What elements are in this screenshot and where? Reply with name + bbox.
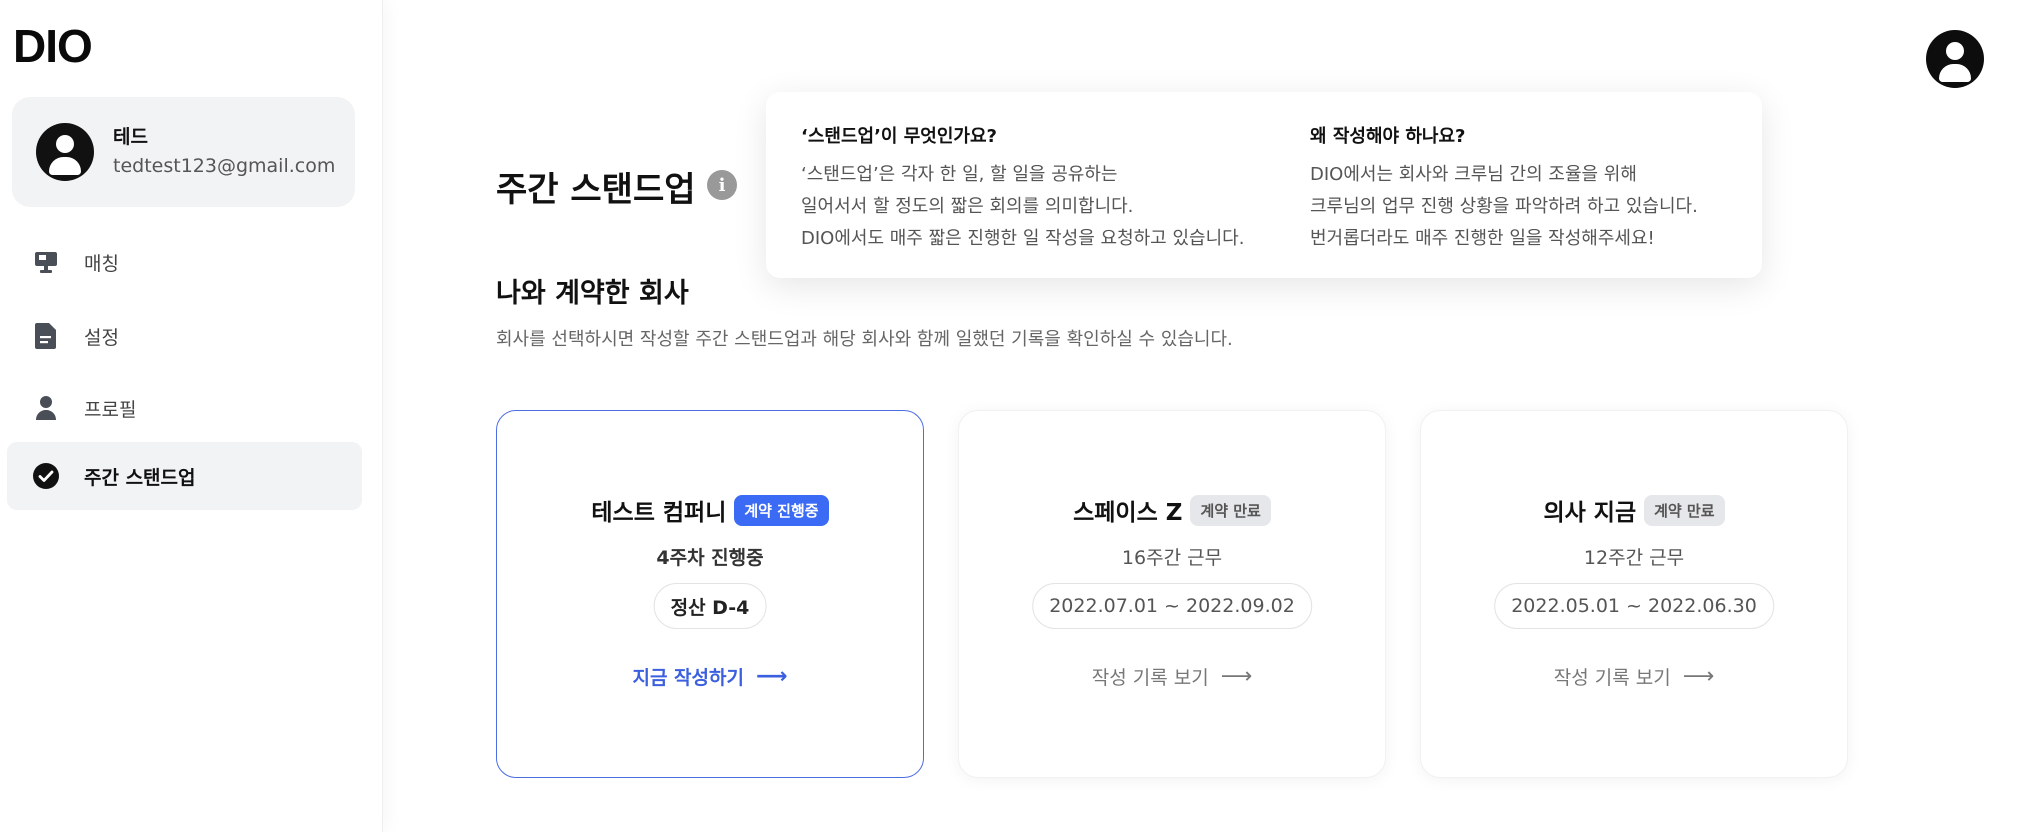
tooltip-line: 번거롭더라도 매주 진행한 일을 작성해주세요!	[1310, 228, 1655, 249]
contract-period: 16주간 근무	[1121, 547, 1223, 569]
status-badge: 계약 만료	[1644, 494, 1725, 526]
arrow-right-icon: ⟶	[755, 664, 788, 689]
arrow-right-icon: ⟶	[1682, 664, 1715, 689]
view-history-link[interactable]: 작성 기록 보기 ⟶	[959, 663, 1385, 690]
tooltip-line: 일어서서 할 정도의 짧은 회의를 의미합니다.	[801, 196, 1134, 217]
user-name: 테드	[113, 126, 148, 148]
tooltip-title: 왜 작성해야 하나요?	[1310, 126, 1466, 147]
tooltip-line: 크루님의 업무 진행 상황을 파악하려 하고 있습니다.	[1310, 196, 1698, 217]
user-card: 테드 tedtest123@gmail.com	[12, 97, 355, 207]
sidebar-item-settings[interactable]: 설정	[7, 302, 362, 370]
sidebar: DIO 테드 tedtest123@gmail.com 매칭 설정 프로필 주간…	[0, 0, 383, 832]
date-range-pill: 2022.05.01 ~ 2022.06.30	[1494, 583, 1774, 629]
sidebar-item-weekly-standup[interactable]: 주간 스탠드업	[7, 442, 362, 510]
tooltip-what-column: ‘스탠드업’이 무엇인가요? ‘스탠드업’은 각자 한 일, 할 일을 공유하는…	[801, 122, 1244, 255]
sidebar-item-profile[interactable]: 프로필	[7, 374, 362, 442]
sidebar-item-matching[interactable]: 매칭	[7, 228, 362, 296]
user-avatar-icon	[36, 123, 94, 181]
action-label: 지금 작성하기	[632, 667, 744, 689]
date-range-pill: 2022.07.01 ~ 2022.09.02	[1032, 583, 1312, 629]
company-card[interactable]: 의사 지금 계약 만료 12주간 근무 2022.05.01 ~ 2022.06…	[1420, 410, 1848, 778]
contract-period: 12주간 근무	[1583, 547, 1685, 569]
sidebar-item-label: 매칭	[84, 252, 119, 275]
contract-period: 4주차 진행중	[656, 547, 764, 569]
sidebar-item-label: 설정	[84, 326, 119, 349]
action-label: 작성 기록 보기	[1553, 667, 1671, 689]
company-card[interactable]: 스페이스 Z 계약 만료 16주간 근무 2022.07.01 ~ 2022.0…	[958, 410, 1386, 778]
person-icon	[31, 393, 61, 423]
info-icon[interactable]: i	[707, 170, 737, 200]
section-title: 나와 계약한 회사	[496, 278, 689, 309]
status-badge: 계약 진행중	[734, 494, 829, 526]
tooltip-why-column: 왜 작성해야 하나요? DIO에서는 회사와 크루님 간의 조율을 위해 크루님…	[1310, 122, 1698, 255]
company-name: 테스트 컴퍼니	[591, 500, 727, 526]
tooltip-line: DIO에서도 매주 짧은 진행한 일 작성을 요청하고 있습니다.	[801, 228, 1245, 249]
company-name: 스페이스 Z	[1073, 500, 1183, 526]
account-avatar-icon[interactable]	[1926, 30, 1984, 88]
view-history-link[interactable]: 작성 기록 보기 ⟶	[1421, 663, 1847, 690]
action-label: 작성 기록 보기	[1091, 667, 1209, 689]
page-title: 주간 스탠드업	[496, 170, 696, 210]
company-card[interactable]: 테스트 컴퍼니 계약 진행중 4주차 진행중 정산 D-4 지금 작성하기 ⟶	[496, 410, 924, 778]
monitor-icon	[31, 247, 61, 277]
section-description: 회사를 선택하시면 작성할 주간 스탠드업과 해당 회사와 함께 일했던 기록을…	[496, 329, 1233, 350]
app-logo[interactable]: DIO	[13, 22, 93, 70]
sidebar-item-label: 주간 스탠드업	[84, 466, 196, 489]
company-name: 의사 지금	[1543, 500, 1637, 526]
tooltip-line: ‘스탠드업’은 각자 한 일, 할 일을 공유하는	[801, 164, 1118, 185]
tooltip-line: DIO에서는 회사와 크루님 간의 조율을 위해	[1310, 164, 1637, 185]
check-circle-icon	[31, 461, 61, 491]
user-email: tedtest123@gmail.com	[113, 155, 336, 177]
tooltip-title: ‘스탠드업’이 무엇인가요?	[801, 126, 997, 147]
arrow-right-icon: ⟶	[1220, 664, 1253, 689]
settlement-pill: 정산 D-4	[653, 583, 767, 629]
sidebar-item-label: 프로필	[84, 398, 137, 421]
info-tooltip: ‘스탠드업’이 무엇인가요? ‘스탠드업’은 각자 한 일, 할 일을 공유하는…	[766, 92, 1762, 278]
status-badge: 계약 만료	[1190, 494, 1271, 526]
document-icon	[31, 321, 61, 351]
write-now-link[interactable]: 지금 작성하기 ⟶	[497, 663, 923, 690]
